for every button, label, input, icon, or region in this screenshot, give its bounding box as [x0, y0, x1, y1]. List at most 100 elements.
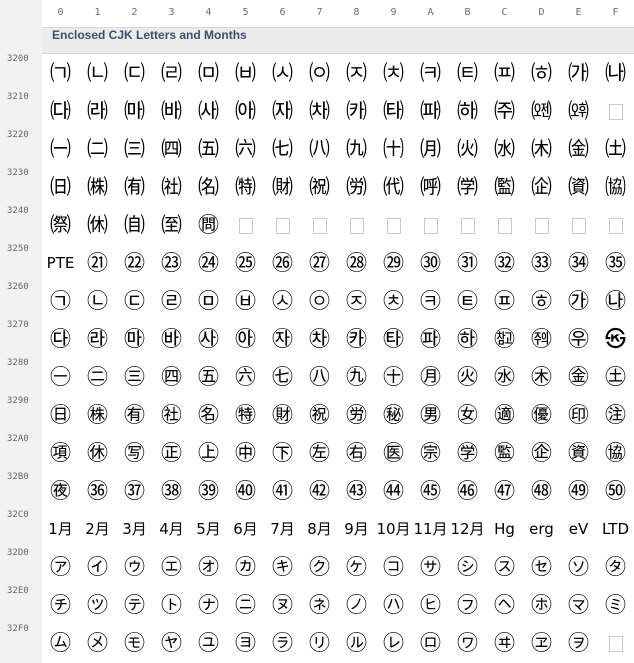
glyph-cell[interactable]: ㊽: [523, 472, 560, 510]
glyph-cell[interactable]: ㈆: [264, 54, 301, 92]
glyph-cell[interactable]: ㊈: [338, 358, 375, 396]
glyph-cell[interactable]: ㉣: [153, 282, 190, 320]
glyph-cell[interactable]: ㊠: [42, 434, 79, 472]
empty-glyph-cell[interactable]: [597, 206, 634, 244]
glyph-cell[interactable]: ㋦: [264, 586, 301, 624]
glyph-cell[interactable]: ㈄: [190, 54, 227, 92]
glyph-cell[interactable]: ㈫: [449, 130, 486, 168]
glyph-cell[interactable]: ㉤: [190, 282, 227, 320]
glyph-cell[interactable]: ㈻: [449, 168, 486, 206]
glyph-cell[interactable]: ㈌: [486, 54, 523, 92]
glyph-cell[interactable]: ㊝: [523, 396, 560, 434]
glyph-cell[interactable]: ㉦: [264, 282, 301, 320]
glyph-cell[interactable]: 4月: [153, 510, 190, 548]
glyph-cell[interactable]: ㊅: [227, 358, 264, 396]
glyph-cell[interactable]: ㈳: [153, 168, 190, 206]
glyph-cell[interactable]: ㉢: [116, 282, 153, 320]
glyph-cell[interactable]: ㈴: [190, 168, 227, 206]
glyph-cell[interactable]: 8月: [301, 510, 338, 548]
empty-glyph-cell[interactable]: [412, 206, 449, 244]
glyph-cell[interactable]: eV: [560, 510, 597, 548]
glyph-cell[interactable]: ㋫: [449, 586, 486, 624]
glyph-cell[interactable]: ㉫: [449, 282, 486, 320]
glyph-cell[interactable]: ㈑: [79, 92, 116, 130]
empty-glyph-cell[interactable]: [597, 624, 634, 662]
glyph-cell[interactable]: ㉨: [338, 282, 375, 320]
glyph-cell[interactable]: ㊵: [227, 472, 264, 510]
glyph-cell[interactable]: ㈣: [153, 130, 190, 168]
glyph-cell[interactable]: ㋹: [375, 624, 412, 662]
glyph-cell[interactable]: ㈺: [412, 168, 449, 206]
glyph-cell[interactable]: ㈏: [597, 54, 634, 92]
glyph-cell[interactable]: ㉵: [227, 320, 264, 358]
glyph-cell[interactable]: ㉜: [486, 244, 523, 282]
glyph-cell[interactable]: ㉁: [79, 206, 116, 244]
glyph-cell[interactable]: ㈶: [264, 168, 301, 206]
glyph-cell[interactable]: ㋧: [301, 586, 338, 624]
glyph-cell[interactable]: ㈵: [227, 168, 264, 206]
glyph-cell[interactable]: ㋒: [116, 548, 153, 586]
glyph-cell[interactable]: ㉬: [486, 282, 523, 320]
glyph-cell[interactable]: ㉑: [79, 244, 116, 282]
glyph-cell[interactable]: ㉂: [116, 206, 153, 244]
glyph-cell[interactable]: ㈸: [338, 168, 375, 206]
glyph-cell[interactable]: ㋡: [79, 586, 116, 624]
glyph-cell[interactable]: ㋯: [597, 586, 634, 624]
glyph-cell[interactable]: 7月: [264, 510, 301, 548]
empty-glyph-cell[interactable]: [338, 206, 375, 244]
glyph-cell[interactable]: ㈼: [486, 168, 523, 206]
glyph-cell[interactable]: ㈓: [153, 92, 190, 130]
glyph-cell[interactable]: 11月: [412, 510, 449, 548]
glyph-cell[interactable]: ㉞: [560, 244, 597, 282]
glyph-cell[interactable]: ㈃: [153, 54, 190, 92]
empty-glyph-cell[interactable]: [523, 206, 560, 244]
glyph-cell[interactable]: ㊯: [597, 434, 634, 472]
glyph-cell[interactable]: ㈎: [560, 54, 597, 92]
glyph-cell[interactable]: ㉖: [264, 244, 301, 282]
glyph-cell[interactable]: 6月: [227, 510, 264, 548]
glyph-cell[interactable]: ㋤: [190, 586, 227, 624]
glyph-cell[interactable]: ㈨: [338, 130, 375, 168]
glyph-cell[interactable]: ㈲: [116, 168, 153, 206]
glyph-cell[interactable]: ㊺: [412, 472, 449, 510]
glyph-cell[interactable]: ㈱: [79, 168, 116, 206]
empty-glyph-cell[interactable]: [227, 206, 264, 244]
glyph-cell[interactable]: ㈇: [301, 54, 338, 92]
glyph-cell[interactable]: ㉻: [449, 320, 486, 358]
glyph-cell[interactable]: ㈯: [597, 130, 634, 168]
glyph-cell[interactable]: ㉀: [42, 206, 79, 244]
glyph-cell[interactable]: ㊪: [412, 434, 449, 472]
glyph-cell[interactable]: ㈡: [79, 130, 116, 168]
glyph-cell[interactable]: ㈈: [338, 54, 375, 92]
glyph-cell[interactable]: ㉴: [190, 320, 227, 358]
glyph-cell[interactable]: ㉡: [79, 282, 116, 320]
glyph-cell[interactable]: ㋙: [375, 548, 412, 586]
glyph-cell[interactable]: ㋺: [412, 624, 449, 662]
glyph-cell[interactable]: ㈁: [79, 54, 116, 92]
glyph-cell[interactable]: 3月: [116, 510, 153, 548]
glyph-cell[interactable]: ㉹: [375, 320, 412, 358]
glyph-cell[interactable]: ㈊: [412, 54, 449, 92]
glyph-cell[interactable]: ㈽: [523, 168, 560, 206]
empty-glyph-cell[interactable]: [486, 206, 523, 244]
glyph-cell[interactable]: ㊱: [79, 472, 116, 510]
glyph-cell[interactable]: ㊋: [449, 358, 486, 396]
glyph-cell[interactable]: ㊬: [486, 434, 523, 472]
empty-glyph-cell[interactable]: [375, 206, 412, 244]
glyph-cell[interactable]: ㈦: [264, 130, 301, 168]
glyph-cell[interactable]: ㋘: [338, 548, 375, 586]
glyph-cell[interactable]: 9月: [338, 510, 375, 548]
glyph-cell[interactable]: ㋢: [116, 586, 153, 624]
glyph-cell[interactable]: ㋭: [523, 586, 560, 624]
glyph-cell[interactable]: ㋵: [227, 624, 264, 662]
glyph-cell[interactable]: ㊡: [79, 434, 116, 472]
glyph-cell[interactable]: ㊴: [190, 472, 227, 510]
glyph-cell[interactable]: ㊎: [560, 358, 597, 396]
glyph-cell[interactable]: ㈅: [227, 54, 264, 92]
empty-glyph-cell[interactable]: [264, 206, 301, 244]
glyph-cell[interactable]: ㊶: [264, 472, 301, 510]
glyph-cell[interactable]: ㊌: [486, 358, 523, 396]
glyph-cell[interactable]: ㊥: [227, 434, 264, 472]
glyph-cell[interactable]: ㋽: [523, 624, 560, 662]
empty-glyph-cell[interactable]: [560, 206, 597, 244]
